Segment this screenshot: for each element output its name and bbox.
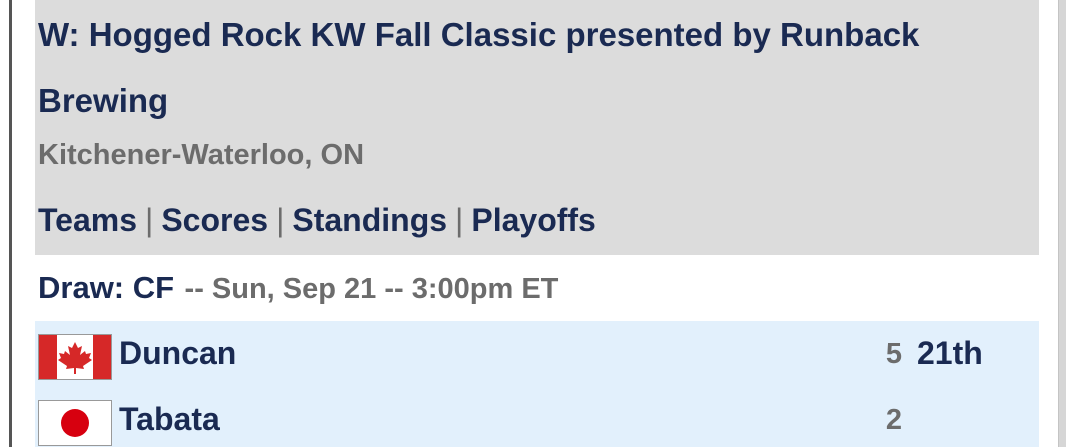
nav-separator: | bbox=[276, 202, 285, 238]
event-location: Kitchener-Waterloo, ON bbox=[38, 139, 365, 171]
team-score: 5 bbox=[885, 338, 902, 370]
japan-flag-disc bbox=[61, 409, 89, 437]
team-name[interactable]: Duncan bbox=[119, 335, 236, 372]
nav-separator: | bbox=[145, 202, 154, 238]
frame-left-border bbox=[9, 0, 12, 447]
game-row-tabata[interactable]: Tabata 2 bbox=[35, 387, 1039, 447]
event-title: W: Hogged Rock KW Fall Classic presented… bbox=[38, 16, 920, 119]
event-nav: Teams | Scores | Standings | Playoffs bbox=[38, 202, 596, 239]
draw-label: Draw: CF bbox=[38, 270, 175, 305]
draw-date-time: -- Sun, Sep 21 -- 3:00pm ET bbox=[184, 273, 559, 305]
team-score: 2 bbox=[885, 404, 902, 436]
end-indicator: 21th bbox=[917, 335, 983, 371]
game-row-duncan[interactable]: Duncan 5 21th bbox=[35, 321, 1039, 381]
game-block[interactable]: Duncan 5 21th Tabata 2 bbox=[35, 321, 1039, 447]
team-name[interactable]: Tabata bbox=[119, 401, 220, 438]
nav-separator: | bbox=[455, 202, 464, 238]
canada-flag-icon bbox=[39, 335, 111, 379]
japan-flag-icon bbox=[39, 401, 111, 445]
draw-header: Draw: CF -- Sun, Sep 21 -- 3:00pm ET bbox=[38, 270, 558, 306]
nav-playoffs-link[interactable]: Playoffs bbox=[471, 202, 595, 238]
scrollbar[interactable] bbox=[1058, 0, 1066, 447]
nav-standings-link[interactable]: Standings bbox=[292, 202, 447, 238]
nav-teams-link[interactable]: Teams bbox=[38, 202, 137, 238]
nav-scores-link[interactable]: Scores bbox=[161, 202, 268, 238]
